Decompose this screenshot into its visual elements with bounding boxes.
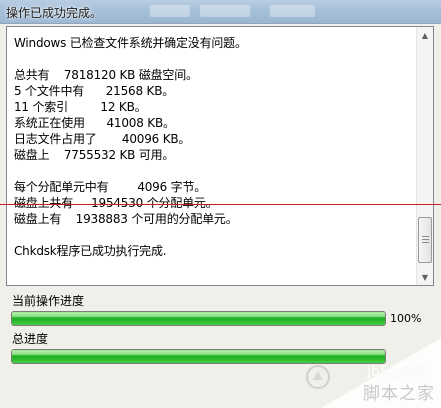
blurred-title-element: [150, 5, 190, 17]
watermark-name: 脚本之家: [363, 384, 435, 404]
current-progress-fill: [12, 312, 385, 325]
jb51-logo-icon: [306, 365, 330, 389]
log-line: 磁盘上 7755532 KB 可用。: [14, 148, 175, 162]
scroll-down-button[interactable]: ▼: [417, 269, 433, 285]
log-line: Windows 已检查文件系统并确定没有问题。: [14, 36, 247, 50]
watermark-url: jb51.net: [366, 364, 425, 380]
blurred-title-element: [200, 5, 250, 17]
scroll-thumb[interactable]: [418, 217, 432, 263]
log-line: 总共有 7818120 KB 磁盘空间。: [14, 68, 198, 82]
chevron-down-icon: ▼: [421, 272, 429, 282]
grip-line: [422, 242, 429, 243]
log-text-area[interactable]: Windows 已检查文件系统并确定没有问题。 总共有 7818120 KB 磁盘…: [6, 26, 434, 286]
log-line: 日志文件占用了 40096 KB。: [14, 132, 191, 146]
grip-line: [422, 239, 429, 240]
current-progress-percent: 100%: [390, 312, 422, 325]
grip-line: [422, 236, 429, 237]
total-progress-label: 总进度: [12, 332, 49, 346]
log-line: 5 个文件中有 21568 KB。: [14, 84, 175, 98]
chevron-up-icon: ▲: [421, 30, 429, 40]
log-line: 每个分配单元中有 4096 字节。: [14, 180, 207, 194]
log-scrollbar[interactable]: ▲ ▼: [416, 27, 433, 285]
window-title: 操作已成功完成。: [6, 6, 103, 20]
log-line: 系统正在使用 41008 KB。: [14, 116, 175, 130]
log-line: Chkdsk程序已成功执行完成.: [14, 244, 167, 258]
log-content: Windows 已检查文件系统并确定没有问题。 总共有 7818120 KB 磁盘…: [7, 27, 417, 285]
total-progress-fill: [12, 350, 385, 363]
title-bar: 操作已成功完成。: [0, 0, 441, 24]
log-line: 磁盘上有 1938883 个可用的分配单元。: [14, 212, 238, 226]
log-line: 11 个索引 12 KB。: [14, 100, 147, 114]
log-line: 磁盘上共有 1954530 个分配单元。: [14, 196, 218, 210]
chkdsk-dialog: 操作已成功完成。 Windows 已检查文件系统并确定没有问题。 总共有 7818…: [0, 0, 441, 408]
blurred-title-element: [270, 5, 315, 17]
scroll-up-button[interactable]: ▲: [417, 27, 433, 43]
total-progress-bar: [11, 349, 386, 364]
current-progress-bar: [11, 311, 386, 326]
current-progress-label: 当前操作进度: [12, 294, 85, 308]
watermark: jb51.net 脚本之家: [291, 328, 441, 408]
red-guide-line: [0, 204, 441, 205]
